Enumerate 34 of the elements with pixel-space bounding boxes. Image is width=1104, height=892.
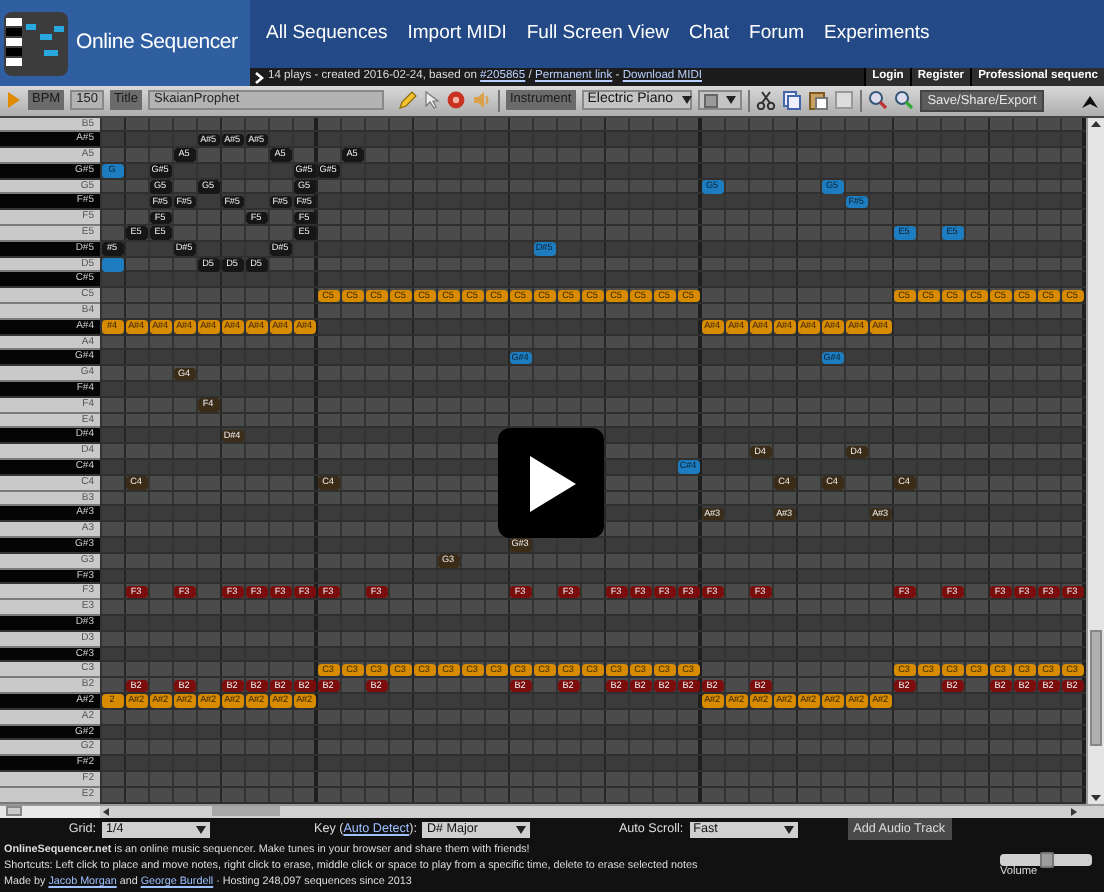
nav-link[interactable]: All Sequences <box>266 19 388 49</box>
paste-icon[interactable] <box>807 90 828 111</box>
track-dropdown[interactable] <box>697 90 742 111</box>
zoom-out-icon[interactable] <box>893 90 914 111</box>
nav-link[interactable]: Full Screen View <box>526 19 669 49</box>
copy-icon[interactable] <box>781 90 802 111</box>
logo-icon[interactable] <box>4 9 68 77</box>
play-icon <box>525 453 577 513</box>
zoom-in-icon[interactable] <box>867 90 888 111</box>
scrollbar-thumb[interactable] <box>1090 629 1102 745</box>
chevron-icon <box>254 71 264 83</box>
caret-icon <box>681 96 692 105</box>
note-block[interactable] <box>101 258 123 272</box>
play-button[interactable] <box>498 428 604 538</box>
caret-icon <box>783 825 794 834</box>
record-icon[interactable] <box>446 90 466 111</box>
nav-link[interactable]: Experiments <box>824 19 930 49</box>
vertical-scrollbar[interactable] <box>1086 117 1104 804</box>
cursor-icon[interactable] <box>424 90 440 111</box>
scroll-box-icon <box>6 806 22 817</box>
arrow-icon[interactable] <box>1082 93 1098 108</box>
volume-slider[interactable] <box>1000 853 1092 866</box>
nav-link[interactable]: Import MIDI <box>407 19 507 49</box>
nav-link[interactable]: Forum <box>749 19 804 49</box>
scissors-icon[interactable] <box>755 90 776 111</box>
caret-icon <box>196 825 206 834</box>
scrollbar-thumb[interactable] <box>212 806 280 817</box>
caret-icon <box>516 825 527 834</box>
layers-icon <box>703 93 718 108</box>
nav-link[interactable]: Chat <box>688 19 730 49</box>
slider-thumb[interactable] <box>1039 851 1053 868</box>
caret-icon <box>725 96 736 105</box>
pencil-icon[interactable] <box>398 90 418 111</box>
scroll-right-icon[interactable] <box>1068 805 1080 818</box>
